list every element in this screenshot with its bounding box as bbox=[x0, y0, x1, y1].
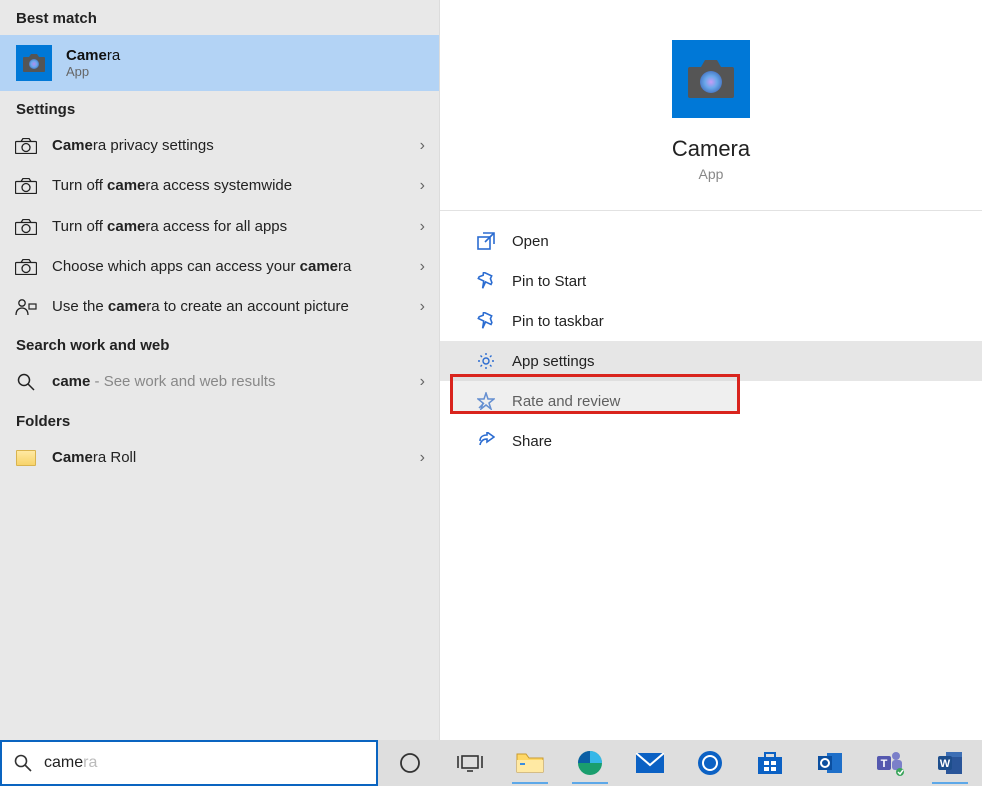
gear-icon bbox=[476, 351, 496, 371]
camera-app-big-icon bbox=[672, 40, 750, 118]
action-rate-review[interactable]: Rate and review bbox=[470, 381, 952, 421]
outlook-button[interactable] bbox=[806, 742, 854, 784]
camera-icon bbox=[14, 178, 38, 194]
camera-icon bbox=[14, 219, 38, 235]
svg-text:W: W bbox=[940, 758, 951, 770]
detail-title: Camera bbox=[672, 136, 750, 162]
taskbar: T W bbox=[378, 740, 982, 786]
action-label: Share bbox=[512, 433, 552, 450]
settings-item-all-apps[interactable]: Turn off camera access for all apps › bbox=[0, 207, 439, 247]
chevron-right-icon: › bbox=[420, 373, 425, 391]
camera-icon bbox=[14, 138, 38, 154]
word-button[interactable]: W bbox=[926, 742, 974, 784]
action-app-settings[interactable]: App settings bbox=[440, 341, 982, 381]
pin-icon bbox=[476, 271, 496, 291]
chevron-right-icon: › bbox=[420, 177, 425, 195]
mail-button[interactable] bbox=[626, 742, 674, 784]
web-search-item[interactable]: came - See work and web results › bbox=[0, 362, 439, 402]
svg-text:T: T bbox=[881, 758, 888, 770]
search-input[interactable]: camera bbox=[0, 740, 378, 786]
search-results-panel: Best match Camera App Settings Camera pr… bbox=[0, 0, 440, 740]
dell-button[interactable] bbox=[686, 742, 734, 784]
star-icon bbox=[476, 391, 496, 411]
section-best-match: Best match bbox=[0, 0, 439, 35]
action-pin-taskbar[interactable]: Pin to taskbar bbox=[470, 301, 952, 341]
section-folders: Folders bbox=[0, 403, 439, 438]
detail-panel: Camera App Open Pin to Start Pin to t bbox=[440, 0, 982, 740]
settings-item-account-picture[interactable]: Use the camera to create an account pict… bbox=[0, 287, 439, 327]
action-label: App settings bbox=[512, 353, 595, 370]
action-label: Rate and review bbox=[512, 393, 620, 410]
action-label: Pin to taskbar bbox=[512, 313, 604, 330]
pin-icon bbox=[476, 311, 496, 331]
folder-icon bbox=[14, 450, 38, 466]
action-label: Open bbox=[512, 233, 549, 250]
chevron-right-icon: › bbox=[420, 298, 425, 316]
chevron-right-icon: › bbox=[420, 449, 425, 467]
task-view-button[interactable] bbox=[446, 742, 494, 784]
open-icon bbox=[476, 231, 496, 251]
action-open[interactable]: Open bbox=[470, 221, 952, 261]
settings-item-choose-apps[interactable]: Choose which apps can access your camera… bbox=[0, 247, 439, 287]
edge-button[interactable] bbox=[566, 742, 614, 784]
action-share[interactable]: Share bbox=[470, 421, 952, 461]
teams-button[interactable]: T bbox=[866, 742, 914, 784]
action-label: Pin to Start bbox=[512, 273, 586, 290]
store-button[interactable] bbox=[746, 742, 794, 784]
best-match-camera-app[interactable]: Camera App bbox=[0, 35, 439, 91]
share-icon bbox=[476, 431, 496, 451]
section-search-work-web: Search work and web bbox=[0, 327, 439, 362]
folder-item-camera-roll[interactable]: Camera Roll › bbox=[0, 438, 439, 478]
chevron-right-icon: › bbox=[420, 218, 425, 236]
search-text: camera bbox=[44, 754, 97, 772]
section-settings: Settings bbox=[0, 91, 439, 126]
person-icon bbox=[14, 298, 38, 316]
camera-icon bbox=[14, 259, 38, 275]
action-pin-start[interactable]: Pin to Start bbox=[470, 261, 952, 301]
detail-subtitle: App bbox=[699, 166, 724, 182]
best-match-text: Camera App bbox=[66, 47, 120, 79]
chevron-right-icon: › bbox=[420, 137, 425, 155]
file-explorer-button[interactable] bbox=[506, 742, 554, 784]
chevron-right-icon: › bbox=[420, 258, 425, 276]
search-icon bbox=[14, 754, 32, 772]
cortana-button[interactable] bbox=[386, 742, 434, 784]
search-icon bbox=[14, 373, 38, 391]
settings-item-systemwide[interactable]: Turn off camera access systemwide › bbox=[0, 166, 439, 206]
settings-item-privacy[interactable]: Camera privacy settings › bbox=[0, 126, 439, 166]
camera-app-icon bbox=[16, 45, 52, 81]
